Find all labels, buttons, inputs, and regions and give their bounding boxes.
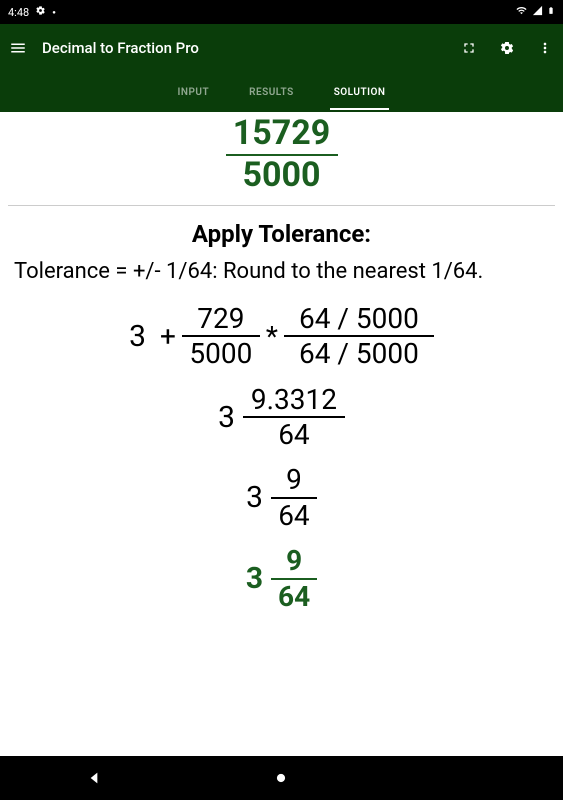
step1-frac2-den: 64 / 5000: [299, 339, 419, 368]
settings-button[interactable]: [497, 38, 517, 58]
step-3: 3 9 64: [246, 465, 317, 530]
plus-op: +: [160, 320, 176, 353]
result-denominator: 5000: [242, 158, 320, 194]
status-dot-icon: ●: [52, 9, 56, 16]
tab-input[interactable]: INPUT: [174, 75, 214, 110]
final-num: 9: [286, 546, 302, 575]
fullscreen-button[interactable]: [459, 38, 479, 58]
menu-button[interactable]: [8, 38, 28, 58]
steps-block: 3 + 729 5000 * 64 / 5000 64 / 5000 3 9.3…: [0, 304, 563, 611]
step-2: 3 9.3312 64: [218, 385, 345, 450]
step1-frac2: 64 / 5000 64 / 5000: [284, 304, 434, 369]
step3-frac: 9 64: [271, 465, 317, 530]
app-bar: Decimal to Fraction Pro: [0, 24, 563, 72]
final-frac: 9 64: [271, 546, 317, 611]
step1-frac1-den: 5000: [189, 339, 252, 368]
overflow-button[interactable]: [535, 38, 555, 58]
final-int: 3: [246, 561, 263, 596]
status-bar: 4:48 ●: [0, 0, 563, 24]
step-final: 3 9 64: [246, 546, 317, 611]
wifi-icon: [515, 5, 528, 19]
step3-num: 9: [286, 465, 302, 494]
tolerance-description: Tolerance = +/- 1/64: Round to the neare…: [14, 258, 549, 286]
signal-icon: [532, 5, 543, 19]
app-title: Decimal to Fraction Pro: [42, 39, 445, 57]
step3-int: 3: [246, 480, 263, 515]
nav-back[interactable]: [82, 766, 106, 790]
solution-content[interactable]: 00000000 15729 5000 Apply Tolerance: Tol…: [0, 112, 563, 756]
times-op: *: [266, 320, 278, 353]
tab-solution[interactable]: SOLUTION: [330, 75, 390, 110]
final-den: 64: [278, 582, 310, 611]
battery-icon: [547, 4, 555, 20]
step1-frac2-num: 64 / 5000: [299, 304, 419, 333]
tab-bar: INPUT RESULTS SOLUTION: [0, 72, 563, 112]
result-fraction: 15729 5000: [226, 116, 338, 193]
nav-home[interactable]: [269, 766, 293, 790]
result-numerator: 15729: [233, 116, 331, 152]
step1-int: 3: [129, 319, 146, 354]
tab-results[interactable]: RESULTS: [245, 75, 298, 110]
status-time: 4:48: [8, 6, 29, 19]
apply-tolerance-heading: Apply Tolerance:: [0, 220, 563, 248]
status-notif-icon: [35, 5, 46, 19]
section-divider: [8, 205, 555, 206]
step1-frac1: 729 5000: [182, 304, 260, 369]
nav-bar: [0, 756, 563, 800]
step1-frac1-num: 729: [197, 304, 244, 333]
step3-den: 64: [278, 501, 309, 530]
step2-den: 64: [278, 420, 309, 449]
step2-int: 3: [218, 400, 235, 435]
step2-num: 9.3312: [251, 385, 337, 414]
step-1: 3 + 729 5000 * 64 / 5000 64 / 5000: [129, 304, 434, 369]
step2-frac: 9.3312 64: [243, 385, 345, 450]
